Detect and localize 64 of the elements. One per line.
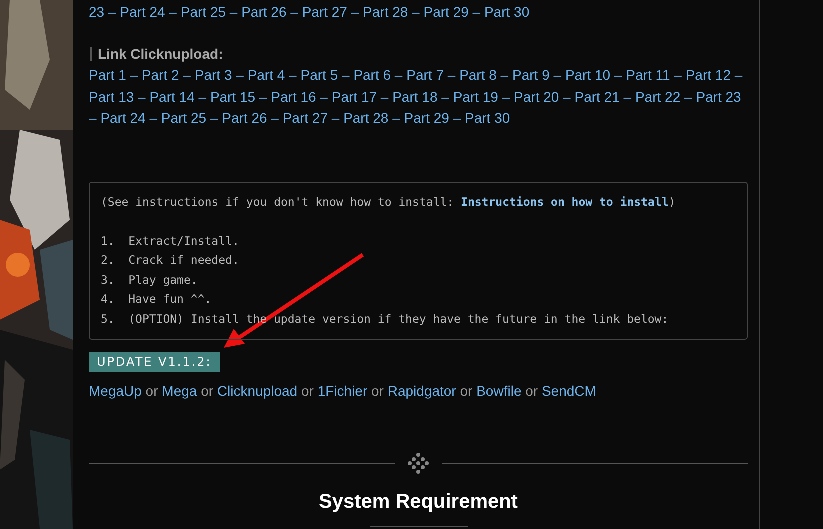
part-link[interactable]: Part 26 <box>222 110 268 126</box>
part-link[interactable]: Part 20 <box>514 88 560 104</box>
step-number: 5. <box>101 310 116 328</box>
part-link[interactable]: Part 22 <box>635 88 681 104</box>
part-link[interactable]: Part 19 <box>453 88 498 104</box>
instructions-link[interactable]: Instructions on how to install <box>461 194 669 208</box>
diamond-dots-icon <box>408 453 429 474</box>
part-link[interactable]: Part 15 <box>210 88 256 104</box>
part-link[interactable]: Part 28 <box>363 4 408 20</box>
part-link[interactable]: Part 21 <box>574 88 620 104</box>
part-link[interactable]: Part 1 <box>89 67 126 83</box>
host-link[interactable]: Mega <box>162 382 198 398</box>
part-link[interactable]: Part 11 <box>626 67 670 83</box>
host-link[interactable]: MegaUp <box>89 382 142 398</box>
part-link[interactable]: Part 3 <box>194 67 232 83</box>
section-title: System Requirement <box>319 490 518 515</box>
part-link[interactable]: Part 2 <box>142 67 180 83</box>
host-link[interactable]: Bowfile <box>476 382 522 398</box>
part-link[interactable]: Part 8 <box>460 67 497 83</box>
part-link[interactable]: Part 25 <box>161 110 207 126</box>
part-link[interactable]: Part 26 <box>242 4 287 20</box>
part-link[interactable]: Part 30 <box>465 110 510 126</box>
step-number: 2. <box>101 252 116 269</box>
instructions-text: (See instructions if you don't know how to install: Instructions on how to install) <box>101 194 677 210</box>
section-heading: Link Clicknupload: <box>98 44 224 64</box>
part-link[interactable]: 23 <box>89 4 105 20</box>
part-link[interactable]: Part 25 <box>180 4 226 20</box>
step-number: 4. <box>101 291 116 308</box>
part-link[interactable]: Part 5 <box>300 67 338 83</box>
part-link[interactable]: Part 29 <box>424 4 469 20</box>
part-link[interactable]: Part 17 <box>332 88 378 104</box>
part-link[interactable]: Part 13 <box>89 88 134 104</box>
part-link[interactable]: Part 24 <box>120 4 166 20</box>
step-number: 3. <box>101 272 116 288</box>
part-link[interactable]: Part 27 <box>282 110 328 126</box>
part-link[interactable]: Part 24 <box>100 110 146 126</box>
update-badge: UPDATE V1.1.2: <box>89 352 220 372</box>
host-link[interactable]: 1Fichier <box>318 382 368 398</box>
step-text: Extract/Install. <box>128 232 240 250</box>
step-text: (OPTION) Install the update version if they have the future in the link below: <box>128 310 669 328</box>
part-link[interactable]: Part 29 <box>404 110 450 126</box>
part-link[interactable]: Part 14 <box>150 88 195 104</box>
part-link[interactable]: Part 18 <box>392 88 438 104</box>
part-link[interactable]: Part 9 <box>512 67 550 83</box>
part-link[interactable]: Part 12 <box>686 67 731 83</box>
host-link[interactable]: Rapidgator <box>388 382 456 398</box>
step-text: Have fun ^^. <box>128 291 212 308</box>
step-text: Play game. <box>128 272 198 288</box>
part-link[interactable]: Part 6 <box>354 67 392 83</box>
part-link[interactable]: Part 27 <box>302 4 348 20</box>
part-links: Part 1 – Part 2 – Part 3 – Part 4 – Part 5 – Part 6 – Part 7 – Part 8 – Part 9 – Part 10 – Part 11 – Part 12 – Part 13 – Part 14 – Part 15 – Part 16 – Part 17 – Part 18 – Part 19 – Part 20 – Part 21 – Part 22 – Part 23 – Part 24 – Part 25 – Part 26 – Part 27 – Part 28 – Part 29 – Part 30 <box>89 66 744 128</box>
download-links: MegaUp or Mega or Clicknupload or 1Fichier or Rapidgator or Bowfile or SendCM <box>89 382 598 401</box>
step-text: Crack if needed. <box>128 252 240 269</box>
part-link[interactable]: Part 10 <box>565 67 611 83</box>
part-link[interactable]: Part 28 <box>344 110 389 126</box>
part-link[interactable]: Part 30 <box>484 4 530 20</box>
host-link[interactable]: SendCM <box>542 382 596 398</box>
part-link[interactable]: Part 16 <box>271 88 316 104</box>
step-number: 1. <box>101 232 116 250</box>
part-link[interactable]: Part 4 <box>248 67 286 83</box>
part-links: 23 – Part 24 – Part 25 – Part 26 – Part 27 – Part 28 – Part 29 – Part 30 <box>89 3 531 22</box>
part-link[interactable]: Part 23 <box>696 88 742 104</box>
host-link[interactable]: Clicknupload <box>217 382 298 398</box>
part-link[interactable]: Part 7 <box>406 67 444 83</box>
